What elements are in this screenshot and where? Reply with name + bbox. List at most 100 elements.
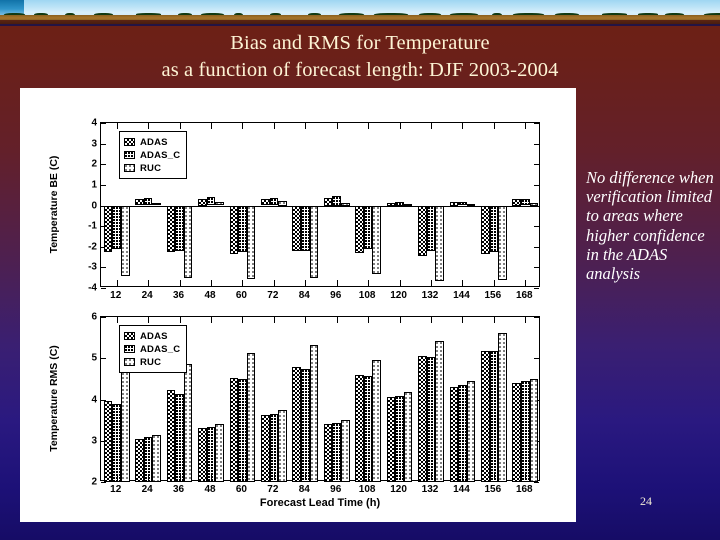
x-axis-tick-mark [116,474,118,480]
bar [489,205,499,252]
slide-canvas: Bias and RMS for Temperature as a functi… [0,0,720,540]
x-axis-tick-mark-top [368,123,370,129]
bar [341,420,350,482]
figure-panel: 4 3 2 1 0 -1 -2 -3 -4 ADAS ADAS_C RUC Temperature BE… [20,88,576,522]
y-axis-tick-mark-right [534,246,539,248]
y-axis-tick-mark [101,123,106,124]
bar [426,357,436,482]
legend-item: ADAS [124,330,180,342]
bar [175,393,184,482]
bar [498,205,507,280]
x-axis-tick-label: 60 [235,290,247,301]
y-axis-tick-label: -1 [88,220,97,232]
bar [152,434,162,482]
bar [229,205,239,254]
x-axis-tick-mark-top [462,123,464,129]
x-axis-tick-label: 84 [298,484,310,495]
legend-swatch [124,151,135,159]
x-axis-tick-label: 96 [330,484,342,495]
x-axis-tick-mark [493,280,495,286]
bar [135,438,144,482]
bar [520,380,530,482]
x-axis-tick-mark [179,474,181,480]
y-axis-tick-mark [101,184,106,186]
x-axis-tick-label: 96 [330,290,342,301]
x-axis-tick-mark-top [273,317,275,323]
chart-temperature-bias: 4 3 2 1 0 -1 -2 -3 -4 ADAS ADAS_C RUC Temperature BE… [30,106,566,304]
x-axis-tick-mark-top [116,123,118,129]
page-number: 24 [640,494,652,508]
x-axis-tick-mark [525,474,527,480]
legend-label: ADAS_C [140,343,181,355]
bar [309,345,319,482]
legend-label: RUC [140,162,162,174]
bar [363,205,373,249]
bar [246,205,256,279]
legend-label: ADAS [140,136,168,148]
bar [238,379,247,482]
y-axis-tick-label: 4 [91,117,97,129]
y-axis-tick-mark [101,317,106,318]
x-axis-tick-mark [462,280,464,286]
bar [372,360,382,482]
bar [435,205,444,281]
bar [489,350,499,482]
legend-swatch [124,332,135,340]
banner-bottom-stripe [0,24,720,26]
bar [229,377,239,482]
bar [206,196,216,206]
x-axis-tick-mark-top [336,123,338,129]
bar [292,205,301,251]
bar [135,198,144,206]
x-axis-tick-label: 108 [358,484,376,495]
x-axis-tick-mark-top [148,123,150,129]
bar [449,387,459,482]
x-axis-tick-mark-top [493,123,495,129]
y-axis-tick-label: 5 [91,352,97,364]
x-axis-tick-label: 48 [204,484,216,495]
x-axis-tick-mark-top [525,123,527,129]
x-axis-tick-mark [211,474,212,480]
bar [458,385,467,482]
x-axis-tick-mark [336,474,338,480]
page-title-line-2: as a function of forecast length: DJF 20… [161,59,559,81]
y-axis-tick-label: 6 [91,311,97,323]
y-axis-tick-mark-right [534,226,539,228]
x-axis-tick-mark-top [525,317,527,323]
x-axis-tick-mark-top [148,317,150,323]
bar [166,390,176,482]
x-axis-tick-mark-top [179,123,181,129]
x-axis-tick-mark-top [273,123,275,129]
y-axis-tick-mark-right [534,267,539,269]
page-title: Bias and RMS for Temperature as a functi… [40,30,680,84]
bar [175,205,184,251]
bar [278,410,287,482]
x-axis-tick-mark [431,474,432,480]
legend-swatch [124,345,135,353]
x-axis-tick-label: 12 [110,484,122,495]
y-axis-tick-mark [101,143,106,145]
x-axis-tick-label: 72 [267,484,279,495]
x-axis-tick-label: 84 [298,290,310,301]
bar [418,356,427,482]
bar [300,368,310,482]
legend-label: ADAS_C [140,149,181,161]
bar [332,196,341,206]
bar [498,332,507,482]
x-axis-tick-mark-top [336,317,338,323]
legend-item: RUC [124,356,180,368]
x-axis-tick-mark [368,280,370,286]
x-axis-tick-mark-top [462,317,464,323]
legend-swatch [124,164,135,172]
x-axis-tick-mark-top [116,317,118,323]
x-axis-tick-mark-top [242,317,244,323]
chart-temperature-rms: 6 5 4 3 2 ADAS ADAS_C RUC Temperature RMS (C) 12 2… [30,310,566,515]
bar [435,340,444,482]
y-axis-tick-mark-right [534,358,539,360]
x-axis-tick-label: 24 [141,484,153,495]
x-axis-tick-label: 12 [110,290,122,301]
bar [246,353,256,482]
x-axis-tick-mark [305,280,307,286]
x-axis-tick-mark-top [179,317,181,323]
x-axis-tick-mark [431,280,432,286]
